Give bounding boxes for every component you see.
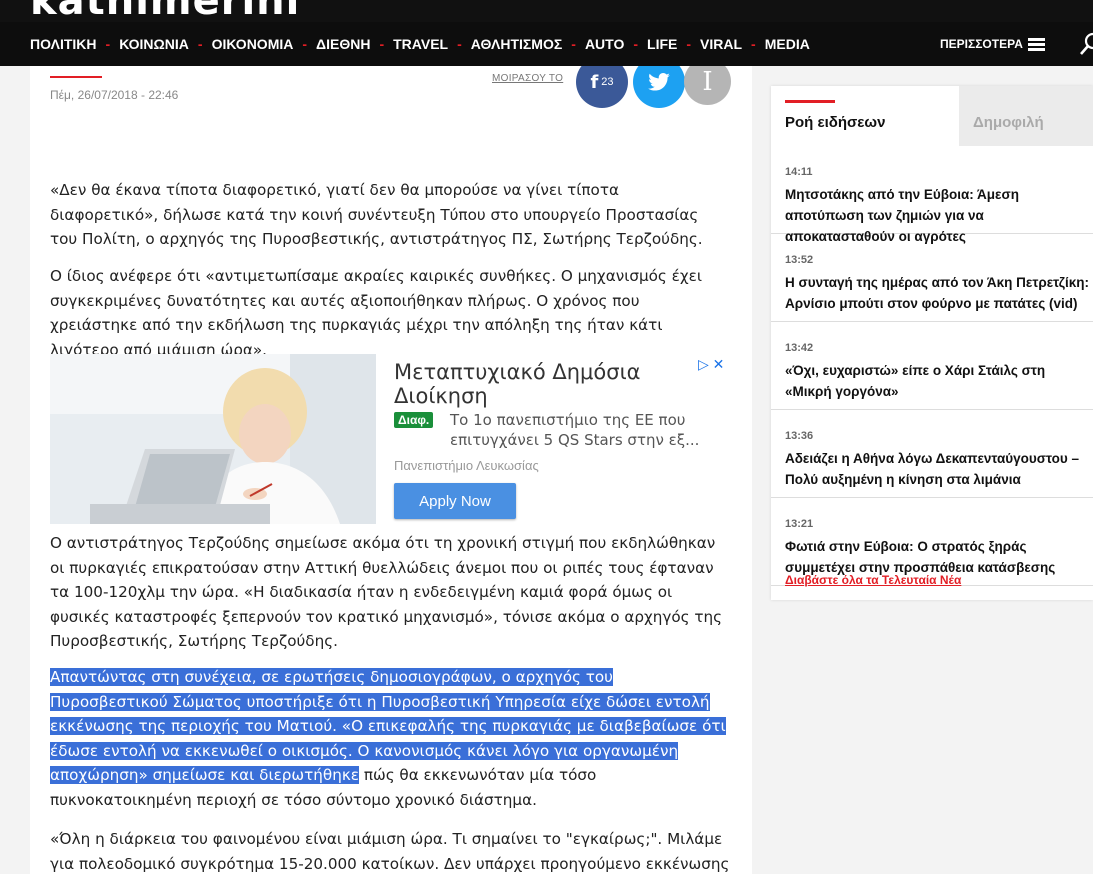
news-item[interactable]: 13:42 «Όχι, ευχαριστώ» είπε ο Χάρι Στάιλ… (771, 322, 1093, 410)
news-time: 14:11 (785, 166, 813, 178)
nav-separator: - (302, 36, 308, 52)
news-time: 13:52 (785, 254, 814, 266)
news-sidebar: Ροή ειδήσεων Δημοφιλή 14:11 Μητσοτάκης α… (771, 86, 1093, 600)
nav-item[interactable]: MEDIA (765, 36, 810, 52)
read-all-news-link[interactable]: Διαβάστε όλα τα Τελευταία Νέα (785, 573, 961, 587)
site-logo[interactable]: kathimerini (30, 0, 300, 22)
ad-photo (50, 354, 376, 524)
facebook-share-button[interactable]: f 23 (576, 66, 628, 108)
article-paragraph: «Δεν θα έκανα τίποτα διαφορετικό, γιατί … (50, 181, 703, 248)
tab-popular-label: Δημοφιλή (973, 114, 1044, 131)
nav-item[interactable]: ΔΙΕΘΝΗ (316, 36, 370, 52)
news-time: 13:21 (785, 518, 814, 530)
nav-item[interactable]: LIFE (647, 36, 677, 52)
ad-source: Πανεπιστήμιο Λευκωσίας (394, 458, 539, 473)
nav-item[interactable]: TRAVEL (393, 36, 448, 52)
nav-separator: - (633, 36, 639, 52)
article-date: Πέμ, 26/07/2018 - 22:46 (50, 88, 179, 102)
nav-separator: - (571, 36, 576, 52)
twitter-icon (648, 73, 670, 91)
news-list: 14:11 Μητσοτάκης από την Εύβοια: Άμεση α… (771, 146, 1093, 586)
advertisement[interactable]: Μεταπτυχιακό Δημόσια Διοίκηση Διαφ. Το 1… (50, 354, 732, 524)
news-time: 13:42 (785, 342, 814, 354)
main-nav: ΠΟΛΙΤΙΚΗ - ΚΟΙΝΩΝΙΑ - ΟΙΚΟΝΟΜΙΑ - ΔΙΕΘΝΗ - TRAVE… (0, 22, 1093, 66)
nav-item[interactable]: ΑΘΛΗΤΙΣΜΟΣ (471, 36, 563, 52)
nav-item[interactable]: ΟΙΚΟΝΟΜΙΑ (212, 36, 294, 52)
twitter-share-button[interactable] (633, 66, 685, 108)
nav-item[interactable]: ΚΟΙΝΩΝΙΑ (119, 36, 189, 52)
search-icon[interactable] (1078, 31, 1093, 57)
instagram-share-button[interactable]: I (684, 66, 731, 105)
nav-separator: - (686, 36, 692, 52)
more-menu-button[interactable]: ΠΕΡΙΣΣΟΤΕΡΑ (940, 22, 1045, 66)
article-paragraph: «Όλη η διάρκεια του φαινομένου είναι μιά… (50, 830, 730, 873)
news-time: 13:36 (785, 430, 814, 442)
ad-choices-icon[interactable]: ▷ ✕ (698, 356, 724, 373)
ad-description: Το 1ο πανεπιστήμιο της ΕΕ που επιτυγχάνε… (450, 411, 700, 449)
facebook-share-count: 23 (601, 76, 614, 88)
apply-now-button[interactable]: Apply Now (394, 483, 516, 519)
ad-image[interactable] (50, 354, 376, 524)
tab-news-feed[interactable]: Ροή ειδήσεων (771, 86, 959, 146)
nav-separator: - (457, 36, 462, 52)
share-label: ΜΟΙΡΑΣΟΥ ΤΟ (492, 73, 564, 84)
tab-news-feed-label: Ροή ειδήσεων (785, 114, 886, 131)
article-body: Πέμ, 26/07/2018 - 22:46 ΜΟΙΡΑΣΟΥ ΤΟ f 23… (30, 66, 752, 874)
ad-badge: Διαφ. (394, 412, 434, 428)
nav-separator: - (197, 36, 203, 52)
news-item[interactable]: 13:36 Αδειάζει η Αθήνα λόγω Δεκαπενταύγο… (771, 410, 1093, 498)
top-bar: kathimerini (0, 0, 1093, 22)
facebook-icon: f (590, 71, 599, 93)
nav-item[interactable]: AUTO (585, 36, 624, 52)
nav-separator: - (751, 36, 756, 52)
news-item[interactable]: 14:11 Μητσοτάκης από την Εύβοια: Άμεση α… (771, 146, 1093, 244)
news-title[interactable]: Η συνταγή της ημέρας από τον Άκη Πετρετζ… (785, 272, 1091, 314)
article-paragraph: Ο αντιστράτηγος Τερζούδης σημείωσε ακόμα… (50, 534, 723, 650)
nav-list: ΠΟΛΙΤΙΚΗ - ΚΟΙΝΩΝΙΑ - ΟΙΚΟΝΟΜΙΑ - ΔΙΕΘΝΗ - TRAVE… (30, 22, 810, 66)
nav-item[interactable]: ΠΟΛΙΤΙΚΗ (30, 36, 97, 52)
accent-divider (50, 76, 102, 78)
ad-title[interactable]: Μεταπτυχιακό Δημόσια Διοίκηση (394, 360, 694, 408)
highlighted-paragraph: Απαντώντας στη συνέχεια, σε ερωτήσεις δη… (50, 665, 730, 812)
tab-popular[interactable]: Δημοφιλή (959, 86, 1093, 146)
article-paragraph: Ο ίδιος ανέφερε ότι «αντιμετωπίσαμε ακρα… (50, 267, 702, 359)
nav-item[interactable]: VIRAL (700, 36, 742, 52)
news-title[interactable]: Αδειάζει η Αθήνα λόγω Δεκαπενταύγουστου … (785, 448, 1091, 490)
news-title[interactable]: «Όχι, ευχαριστώ» είπε ο Χάρι Στάιλς στη … (785, 360, 1091, 402)
news-title[interactable]: Φωτιά στην Εύβοια: Ο στρατός ξηράς συμμε… (785, 536, 1091, 578)
more-label: ΠΕΡΙΣΣΟΤΕΡΑ (940, 37, 1023, 51)
nav-separator: - (105, 36, 111, 52)
hamburger-icon (1027, 36, 1045, 53)
news-item[interactable]: 13:52 Η συνταγή της ημέρας από τον Άκη Π… (771, 234, 1093, 322)
instagram-icon: I (702, 66, 713, 97)
tab-indicator (785, 100, 835, 103)
nav-separator: - (379, 36, 385, 52)
